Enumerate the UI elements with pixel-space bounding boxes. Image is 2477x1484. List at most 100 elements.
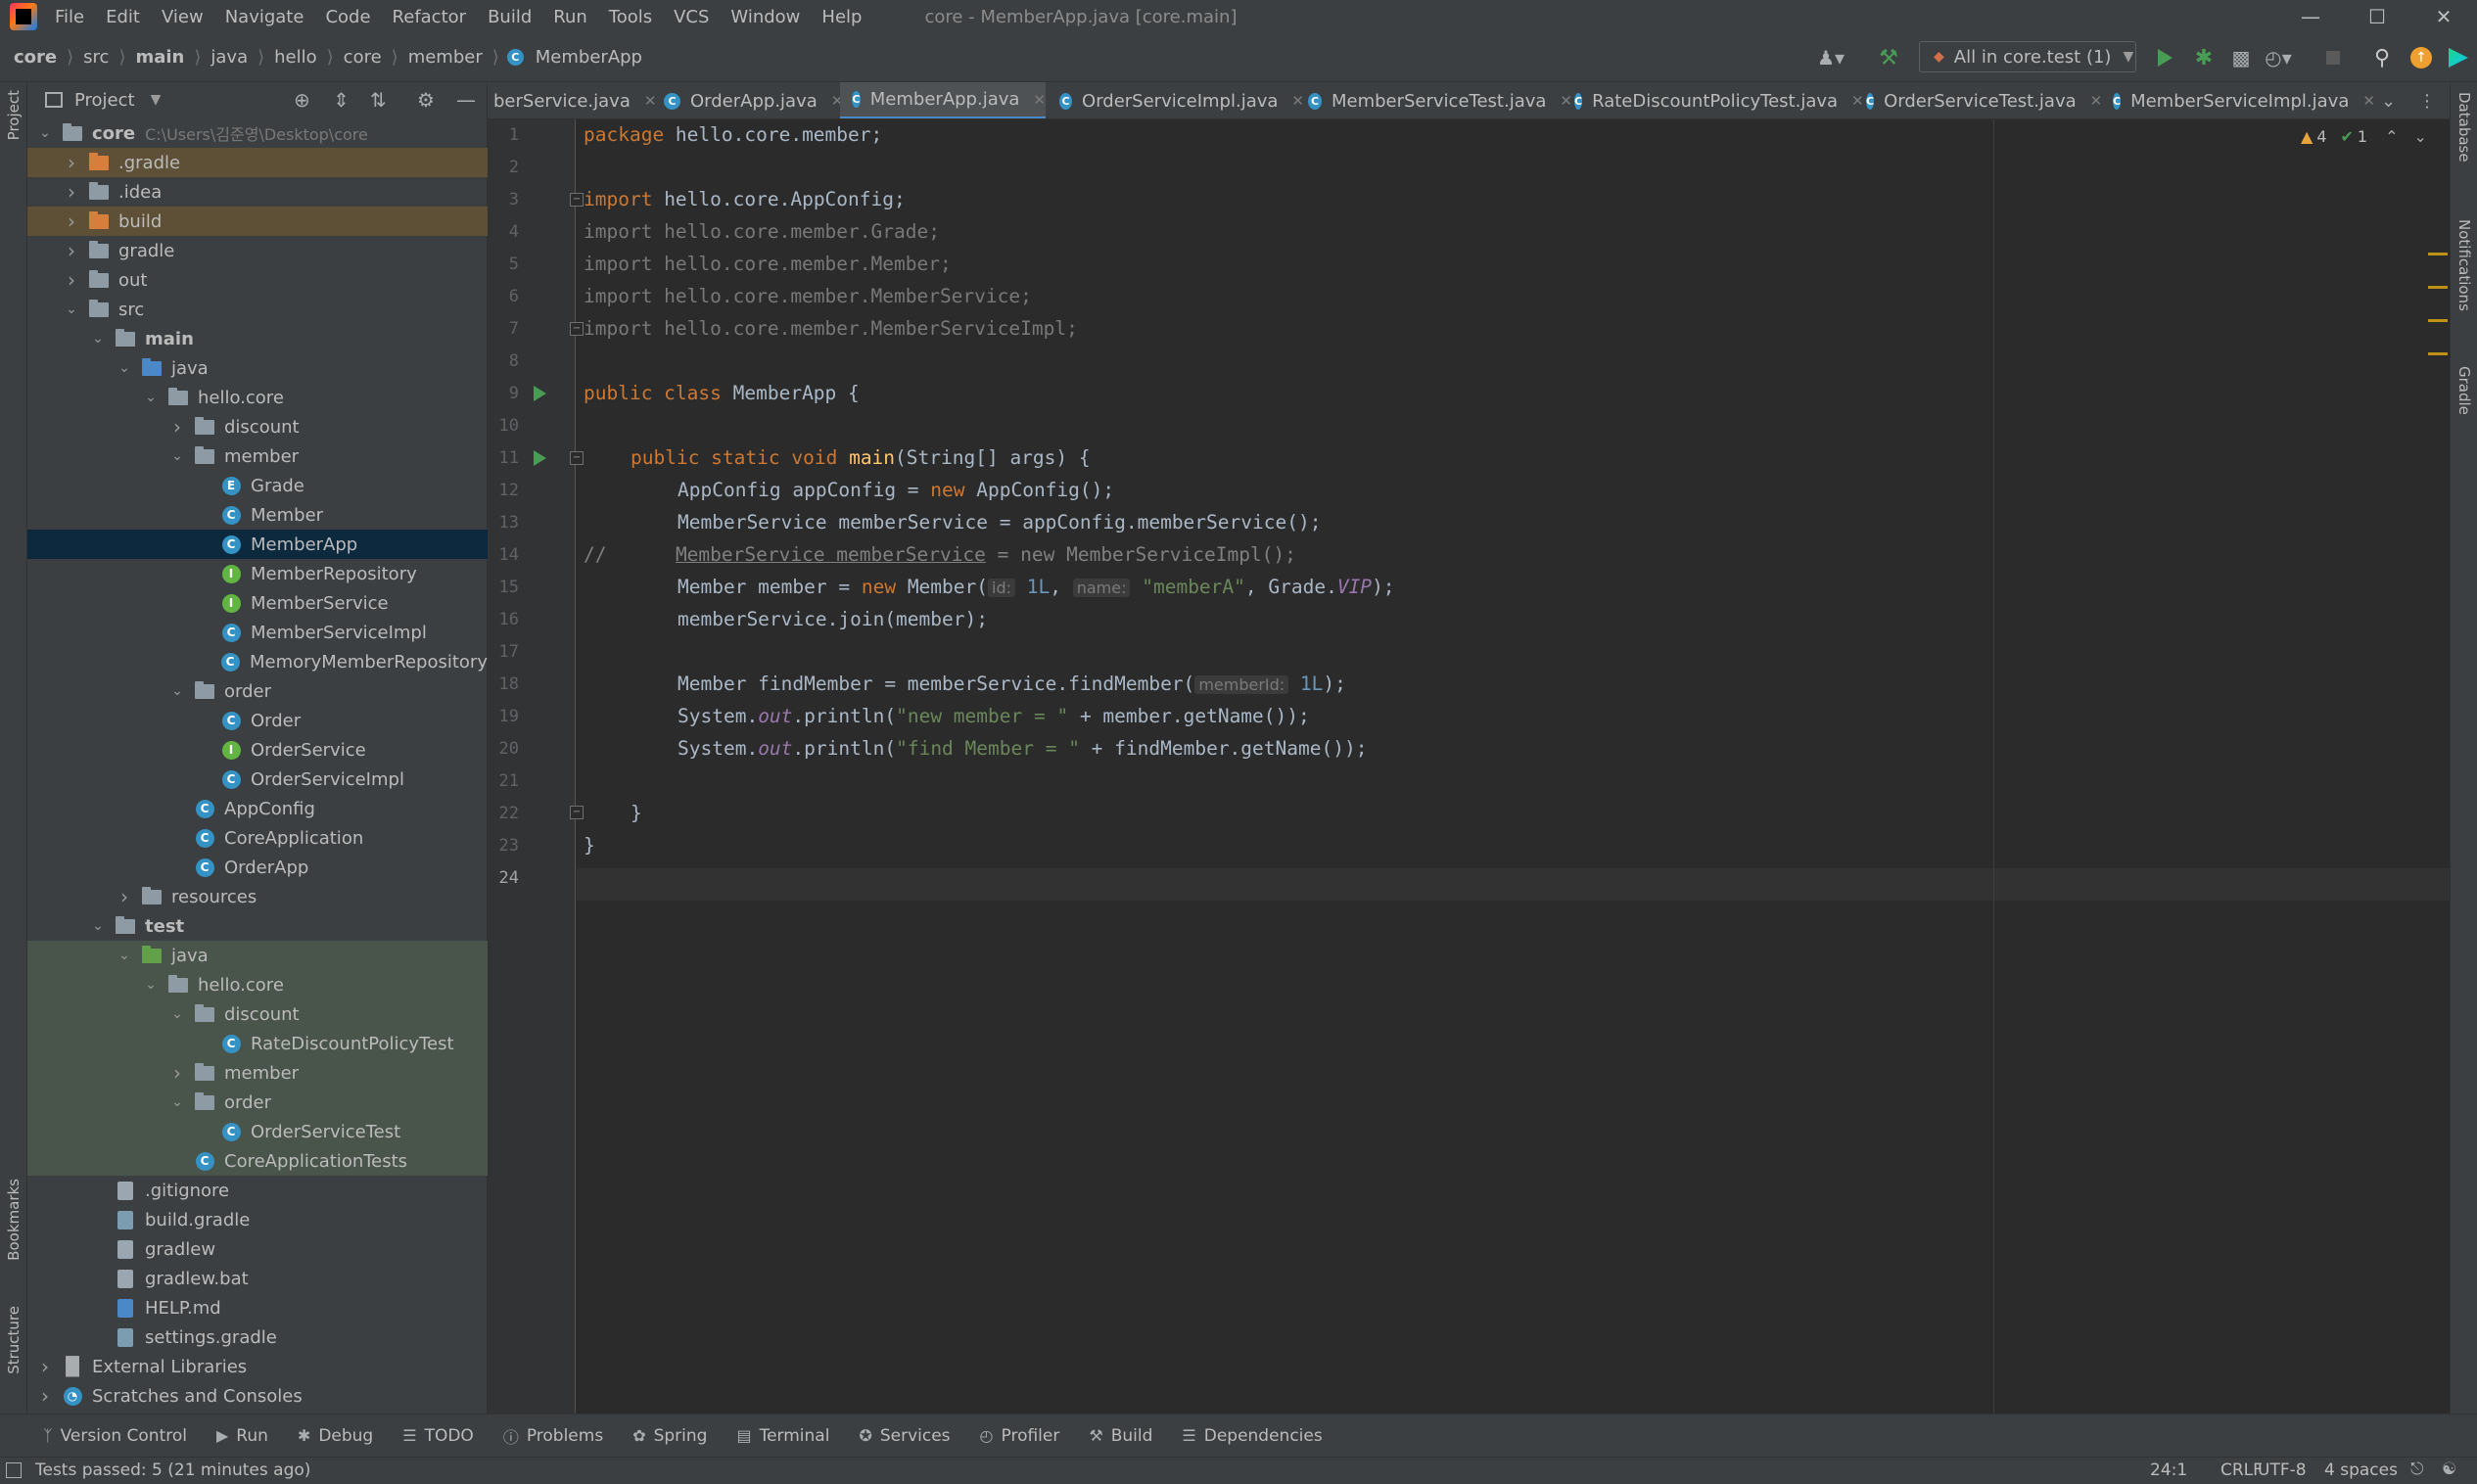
tree-item[interactable]: gradlew (27, 1234, 488, 1264)
run-class-icon[interactable] (534, 386, 546, 401)
menu-vcs[interactable]: VCS (674, 7, 709, 27)
previous-highlight-icon[interactable]: ⌃ (2385, 127, 2398, 146)
tree-item[interactable]: C MemoryMemberRepository (27, 647, 488, 676)
tab-memberserviceimpl[interactable]: C MemberServiceImpl.java ✕ (2113, 82, 2375, 118)
tab-orderservicetest[interactable]: C OrderServiceTest.java ✕ (1866, 82, 2103, 118)
breadcrumb-java[interactable]: java (205, 47, 254, 68)
project-tool-button[interactable]: Project (5, 90, 23, 140)
tab-list-icon[interactable]: ⌄ (2381, 82, 2410, 118)
todo-tool-button[interactable]: ☰ TODO (402, 1426, 474, 1446)
tree-item[interactable]: C OrderApp (27, 853, 488, 882)
tree-item[interactable]: I MemberRepository (27, 559, 488, 588)
fold-marker-icon[interactable]: − (570, 451, 584, 465)
close-icon[interactable]: ✕ (644, 92, 657, 110)
build-hammer-icon[interactable]: ⚒ (1874, 43, 1903, 72)
structure-tool-button[interactable]: Structure (5, 1306, 23, 1374)
warning-stripe-marker[interactable] (2428, 352, 2448, 355)
chevron-right-icon[interactable]: › (37, 1355, 53, 1378)
chevron-down-icon[interactable]: ⌄ (90, 331, 106, 347)
tree-item[interactable]: › build (27, 207, 488, 236)
menu-file[interactable]: File (55, 7, 84, 27)
tree-item[interactable]: C MemberApp (27, 530, 488, 559)
inspection-profile-icon[interactable]: ☯ (2442, 1460, 2456, 1479)
notifications-tool-button[interactable]: Notifications (2455, 219, 2473, 311)
chevron-down-icon[interactable]: ▼ (151, 92, 162, 108)
tab-ratediscountpolicytest[interactable]: C RateDiscountPolicyTest.java ✕ (1574, 82, 1864, 118)
tree-item[interactable]: settings.gradle (27, 1322, 488, 1352)
chevron-down-icon[interactable]: ⌄ (169, 683, 185, 699)
tree-item[interactable]: › resources (27, 882, 488, 911)
next-highlight-icon[interactable]: ⌄ (2414, 127, 2427, 146)
chevron-down-icon[interactable]: ⌄ (169, 1094, 185, 1110)
account-icon[interactable]: ♟▾ (1816, 43, 1846, 72)
line-separator[interactable]: CRLF (2220, 1461, 2263, 1480)
close-icon[interactable]: ✕ (2362, 92, 2375, 110)
chevron-down-icon[interactable]: ⌄ (90, 918, 106, 934)
chevron-right-icon[interactable]: › (64, 151, 79, 174)
breadcrumb-main[interactable]: main (129, 47, 190, 68)
tree-item[interactable]: ⌄ order (27, 1088, 488, 1117)
chevron-down-icon[interactable]: ⌄ (37, 125, 53, 141)
run-configuration-select[interactable]: ◆ All in core.test (1) ▼ (1919, 41, 2136, 72)
tree-item[interactable]: ⌄ order (27, 676, 488, 706)
chevron-right-icon[interactable]: › (169, 415, 185, 439)
close-icon[interactable]: ✕ (1560, 92, 1572, 110)
tree-item[interactable]: I MemberService (27, 588, 488, 618)
close-icon[interactable]: ✕ (1033, 91, 1046, 109)
tree-item[interactable]: ⌄ core C:\Users\김준영\Desktop\core (27, 118, 488, 148)
run-main-icon[interactable] (534, 450, 546, 466)
chevron-down-icon[interactable]: ⌄ (64, 301, 79, 317)
inspection-widget[interactable]: ▲ 4 ✔ 1 ⌃ ⌄ (2301, 127, 2427, 146)
chevron-right-icon[interactable]: › (64, 180, 79, 204)
breadcrumb-core-package[interactable]: core (338, 47, 388, 68)
tree-item[interactable]: C OrderServiceTest (27, 1117, 488, 1146)
debug-tool-button[interactable]: ✱ Debug (298, 1426, 373, 1446)
chevron-right-icon[interactable]: › (169, 1061, 185, 1085)
debug-icon[interactable]: ✱ (2189, 43, 2219, 72)
warning-stripe-marker[interactable] (2428, 286, 2448, 289)
version-control-tool-button[interactable]: ᛉ Version Control (43, 1426, 187, 1446)
tool-windows-toggle-icon[interactable] (6, 1462, 22, 1478)
tree-item[interactable]: ⌄ member (27, 441, 488, 471)
locate-file-icon[interactable]: ⊕ (294, 88, 310, 112)
search-icon[interactable]: ⚲ (2367, 43, 2397, 72)
tree-item[interactable]: E Grade (27, 471, 488, 500)
tree-item[interactable]: ⌄ java (27, 353, 488, 383)
chevron-right-icon[interactable]: › (117, 885, 132, 908)
tree-item[interactable]: › member (27, 1058, 488, 1088)
tree-item[interactable]: ⌄ main (27, 324, 488, 353)
close-icon[interactable]: ✕ (2090, 92, 2103, 110)
breadcrumb-core[interactable]: core (8, 47, 63, 68)
breadcrumb-hello[interactable]: hello (268, 47, 323, 68)
indent-setting[interactable]: 4 spaces (2324, 1461, 2398, 1480)
problems-tool-button[interactable]: ⓘ Problems (503, 1424, 603, 1448)
tree-item[interactable]: ⌄ hello.core (27, 970, 488, 999)
menu-view[interactable]: View (162, 7, 204, 27)
build-tool-button[interactable]: ⚒ Build (1089, 1426, 1152, 1446)
fold-marker-icon[interactable]: − (570, 193, 584, 207)
run-tool-button[interactable]: ▶ Run (216, 1426, 268, 1446)
close-icon[interactable]: ✕ (1291, 92, 1304, 110)
tree-item[interactable]: ⌄ test (27, 911, 488, 941)
chevron-down-icon[interactable]: ⌄ (169, 1006, 185, 1022)
tree-item[interactable]: ⌄ java (27, 941, 488, 970)
more-options-icon[interactable]: ⋮ (2418, 82, 2448, 118)
warning-stripe-marker[interactable] (2428, 319, 2448, 322)
tree-item[interactable]: C RateDiscountPolicyTest (27, 1029, 488, 1058)
status-message[interactable]: Tests passed: 5 (21 minutes ago) (35, 1461, 310, 1480)
spring-tool-button[interactable]: ✿ Spring (632, 1426, 707, 1446)
tree-item[interactable]: C AppConfig (27, 794, 488, 823)
tree-item[interactable]: C Member (27, 500, 488, 530)
run-icon[interactable] (2150, 43, 2179, 72)
tab-memberapp[interactable]: C MemberApp.java ✕ (840, 82, 1046, 118)
chevron-down-icon[interactable]: ⌄ (117, 948, 132, 963)
tree-item[interactable]: ⌄ discount (27, 999, 488, 1029)
chevron-down-icon[interactable]: ⌄ (143, 390, 159, 405)
minimize-icon[interactable]: — (2281, 0, 2340, 33)
breadcrumb-src[interactable]: src (77, 47, 115, 68)
tab-orderserviceimpl[interactable]: C OrderServiceImpl.java ✕ (1059, 82, 1304, 118)
menu-build[interactable]: Build (488, 7, 532, 27)
tree-item[interactable]: I OrderService (27, 735, 488, 765)
gear-icon[interactable]: ⚙ (417, 88, 435, 112)
fold-marker-icon[interactable]: − (570, 806, 584, 819)
